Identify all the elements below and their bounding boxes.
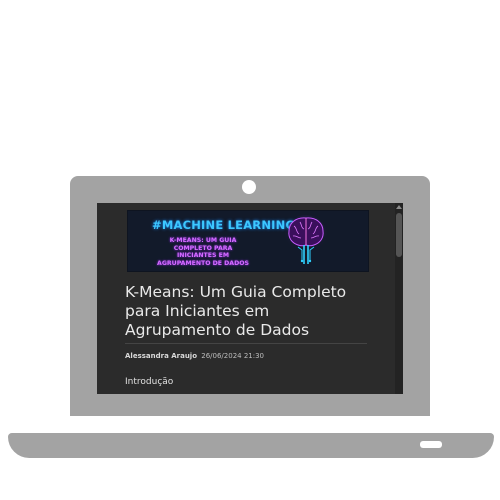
article-title: K-Means: Um Guia Completo para Iniciante… xyxy=(125,283,347,339)
trackpad-notch xyxy=(420,441,442,448)
article-meta: Alessandra Araujo 26/06/2024 21:30 xyxy=(125,352,264,360)
banner-subtitle: K-MEANS: UM GUIA COMPLETO PARA INICIANTE… xyxy=(157,237,249,267)
vertical-scrollbar[interactable] xyxy=(395,203,403,394)
laptop-screen: #MACHINE LEARNING K-MEANS: UM GUIA COMPL… xyxy=(97,203,403,394)
section-heading: Introdução xyxy=(125,377,174,387)
author-name[interactable]: Alessandra Araujo xyxy=(125,352,197,360)
banner-title: #MACHINE LEARNING xyxy=(152,218,296,232)
scroll-up-arrow-icon[interactable] xyxy=(396,205,402,209)
brain-icon xyxy=(285,215,327,264)
divider xyxy=(125,343,367,344)
article-banner: #MACHINE LEARNING K-MEANS: UM GUIA COMPL… xyxy=(127,210,369,272)
webcam-icon xyxy=(242,180,256,194)
scrollbar-thumb[interactable] xyxy=(396,213,402,257)
publish-date: 26/06/2024 21:30 xyxy=(201,352,264,360)
